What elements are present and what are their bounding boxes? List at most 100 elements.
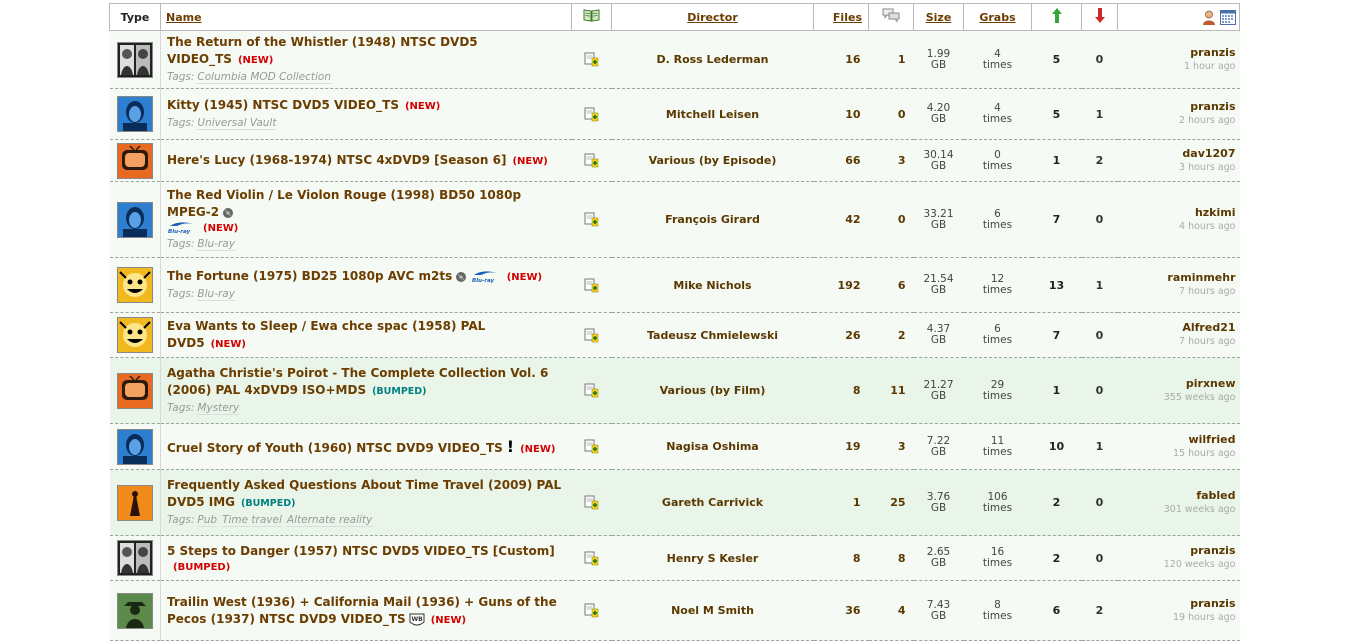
seeders-count[interactable]: 6 — [1031, 580, 1082, 641]
files-count[interactable]: 8 — [813, 535, 869, 581]
header-name-link[interactable]: Name — [166, 11, 202, 24]
director-link[interactable]: François Girard — [611, 181, 814, 258]
files-count[interactable]: 19 — [813, 423, 869, 470]
files-count[interactable]: 10 — [813, 88, 869, 140]
torrent-title-link[interactable]: 5 Steps to Danger (1957) NTSC DVD5 VIDEO… — [167, 544, 555, 558]
uploader-link[interactable]: pranzis — [1118, 46, 1235, 60]
green-up-arrow-icon[interactable] — [1051, 8, 1062, 23]
seeders-count[interactable]: 7 — [1031, 312, 1082, 358]
files-count[interactable]: 26 — [813, 312, 869, 358]
add-bookmark-icon[interactable] — [584, 551, 599, 566]
header-files-link[interactable]: Files — [833, 11, 862, 24]
uploader-link[interactable]: pirxnew — [1118, 377, 1236, 391]
leechers-count[interactable]: 0 — [1081, 181, 1118, 258]
comments-count[interactable]: 8 — [868, 535, 914, 581]
add-bookmark-icon[interactable] — [584, 107, 599, 122]
uploader-link[interactable]: pranzis — [1118, 544, 1235, 558]
uploader-link[interactable]: wilfried — [1118, 433, 1235, 447]
leechers-count[interactable]: 0 — [1081, 312, 1118, 358]
tag-link[interactable]: Universal Vault — [197, 117, 277, 130]
comments-count[interactable]: 2 — [868, 312, 914, 358]
comments-count[interactable]: 6 — [868, 257, 914, 313]
tag-link[interactable]: Mystery — [197, 402, 240, 415]
files-count[interactable]: 1 — [813, 469, 869, 536]
comments-count[interactable]: 0 — [868, 88, 914, 140]
red-down-arrow-icon[interactable] — [1094, 8, 1105, 23]
director-link[interactable]: D. Ross Lederman — [611, 30, 814, 89]
leechers-count[interactable]: 2 — [1081, 580, 1118, 641]
uploader-link[interactable]: Alfred21 — [1118, 321, 1235, 335]
director-link[interactable]: Various (by Episode) — [611, 139, 814, 182]
director-link[interactable]: Various (by Film) — [611, 357, 814, 424]
uploader-link[interactable]: dav1207 — [1118, 147, 1235, 161]
seeders-count[interactable]: 13 — [1031, 257, 1082, 313]
add-bookmark-icon[interactable] — [584, 439, 599, 454]
leechers-count[interactable]: 0 — [1081, 535, 1118, 581]
comments-count[interactable]: 25 — [868, 469, 914, 536]
files-count[interactable]: 16 — [813, 30, 869, 89]
director-link[interactable]: Gareth Carrivick — [611, 469, 814, 536]
files-count[interactable]: 66 — [813, 139, 869, 182]
tag-link[interactable]: Pub — [197, 514, 218, 527]
seeders-count[interactable]: 10 — [1031, 423, 1082, 470]
torrent-title-link[interactable]: Agatha Christie's Poirot - The Complete … — [167, 366, 548, 397]
torrent-title-link[interactable]: Cruel Story of Youth (1960) NTSC DVD9 VI… — [167, 441, 503, 455]
director-link[interactable]: Henry S Kesler — [611, 535, 814, 581]
add-bookmark-icon[interactable] — [584, 495, 599, 510]
leechers-count[interactable]: 0 — [1081, 30, 1118, 89]
uploader-link[interactable]: pranzis — [1118, 100, 1235, 114]
calendar-icon[interactable] — [1220, 9, 1236, 25]
tag-link[interactable]: Columbia MOD Collection — [197, 71, 332, 84]
comments-count[interactable]: 11 — [868, 357, 914, 424]
seeders-count[interactable]: 5 — [1031, 88, 1082, 140]
torrent-title-link[interactable]: The Return of the Whistler (1948) NTSC D… — [167, 35, 478, 66]
comments-count[interactable]: 1 — [868, 30, 914, 89]
comments-count[interactable]: 0 — [868, 181, 914, 258]
comments-count[interactable]: 4 — [868, 580, 914, 641]
seeders-count[interactable]: 7 — [1031, 181, 1082, 258]
tag-link[interactable]: Blu-ray — [197, 238, 235, 251]
uploader-link[interactable]: pranzis — [1118, 597, 1235, 611]
uploader-link[interactable]: fabled — [1118, 489, 1235, 503]
leechers-count[interactable]: 2 — [1081, 139, 1118, 182]
header-grabs-link[interactable]: Grabs — [979, 11, 1015, 24]
header-size-link[interactable]: Size — [926, 11, 952, 24]
comments-count[interactable]: 3 — [868, 423, 914, 470]
director-link[interactable]: Mike Nichols — [611, 257, 814, 313]
torrent-title-link[interactable]: Trailin West (1936) + California Mail (1… — [167, 595, 557, 626]
leechers-count[interactable]: 1 — [1081, 423, 1118, 470]
tag-link[interactable]: Alternate reality — [286, 514, 373, 527]
add-bookmark-icon[interactable] — [584, 603, 599, 618]
uploader-link[interactable]: hzkimi — [1118, 206, 1236, 220]
leechers-count[interactable]: 1 — [1081, 257, 1118, 313]
leechers-count[interactable]: 1 — [1081, 88, 1118, 140]
leechers-count[interactable]: 0 — [1081, 357, 1118, 424]
add-bookmark-icon[interactable] — [584, 153, 599, 168]
seeders-count[interactable]: 2 — [1031, 469, 1082, 536]
add-bookmark-icon[interactable] — [584, 52, 599, 67]
torrent-title-link[interactable]: Frequently Asked Questions About Time Tr… — [167, 478, 561, 509]
files-count[interactable]: 36 — [813, 580, 869, 641]
comments-icon[interactable] — [882, 8, 900, 23]
add-bookmark-icon[interactable] — [584, 212, 599, 227]
add-bookmark-icon[interactable] — [584, 328, 599, 343]
add-bookmark-icon[interactable] — [584, 278, 599, 293]
files-count[interactable]: 42 — [813, 181, 869, 258]
director-link[interactable]: Nagisa Oshima — [611, 423, 814, 470]
uploader-link[interactable]: raminmehr — [1118, 271, 1235, 285]
tag-link[interactable]: Time travel — [222, 514, 282, 527]
torrent-title-link[interactable]: Here's Lucy (1968-1974) NTSC 4xDVD9 [Sea… — [167, 153, 506, 167]
torrent-title-link[interactable]: Kitty (1945) NTSC DVD5 VIDEO_TS — [167, 98, 399, 112]
book-icon[interactable] — [583, 9, 600, 22]
seeders-count[interactable]: 2 — [1031, 535, 1082, 581]
seeders-count[interactable]: 1 — [1031, 357, 1082, 424]
comments-count[interactable]: 3 — [868, 139, 914, 182]
director-link[interactable]: Noel M Smith — [611, 580, 814, 641]
files-count[interactable]: 192 — [813, 257, 869, 313]
leechers-count[interactable]: 0 — [1081, 469, 1118, 536]
header-director-link[interactable]: Director — [687, 11, 738, 24]
seeders-count[interactable]: 5 — [1031, 30, 1082, 89]
tag-link[interactable]: Blu-ray — [197, 288, 235, 301]
user-icon[interactable] — [1202, 10, 1216, 25]
torrent-title-link[interactable]: The Fortune (1975) BD25 1080p AVC m2ts — [167, 269, 452, 283]
